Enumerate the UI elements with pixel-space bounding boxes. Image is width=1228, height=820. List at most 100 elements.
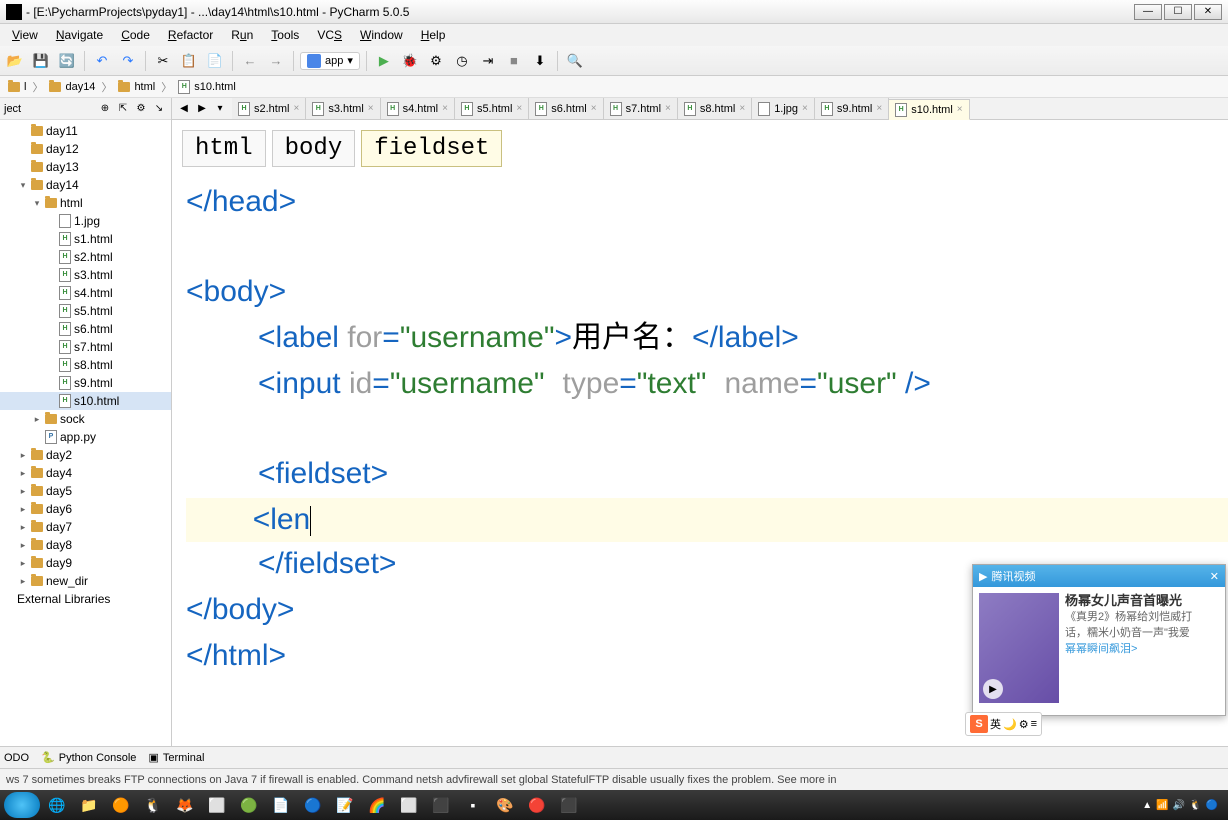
editor-tab[interactable]: s5.html× — [455, 98, 529, 119]
tree-item[interactable]: ▸day8 — [0, 536, 171, 554]
collapse-all-button[interactable]: ⇱ — [115, 101, 131, 117]
gear-icon[interactable]: ⚙ — [1019, 718, 1029, 731]
tree-arrow-icon[interactable]: ▸ — [18, 486, 28, 497]
back-button[interactable]: ← — [239, 50, 261, 72]
tree-item[interactable]: s3.html — [0, 266, 171, 284]
menu-refactor[interactable]: Refactor — [160, 26, 221, 44]
breadcrumb-item[interactable]: l — [2, 81, 32, 93]
popup-title[interactable]: 杨幂女儿声音首曝光 — [1065, 593, 1219, 609]
editor-tab[interactable]: s2.html× — [232, 98, 306, 119]
taskbar-item-chrome[interactable]: 🌈 — [362, 792, 392, 818]
python-console-tab[interactable]: 🐍 Python Console — [41, 751, 136, 764]
taskbar-item-generic[interactable]: ⬜ — [202, 792, 232, 818]
tree-item[interactable]: s10.html — [0, 392, 171, 410]
tab-list-button[interactable]: ▾ — [212, 101, 228, 117]
popup-close-button[interactable]: ✕ — [1210, 570, 1219, 583]
taskbar-item-skin[interactable]: 🟢 — [234, 792, 264, 818]
editor-tab[interactable]: s3.html× — [306, 98, 380, 119]
open-button[interactable]: 📂 — [4, 50, 26, 72]
path-crumb[interactable]: body — [272, 130, 356, 167]
tree-item[interactable]: ▸day5 — [0, 482, 171, 500]
tab-close-button[interactable]: × — [665, 103, 671, 114]
coverage-button[interactable]: ⚙ — [425, 50, 447, 72]
ime-switcher[interactable]: S 英 🌙 ⚙ ≡ — [965, 712, 1042, 736]
popup-thumbnail[interactable]: ▶ — [979, 593, 1059, 703]
tree-item[interactable]: ▸sock — [0, 410, 171, 428]
editor-tab[interactable]: s8.html× — [678, 98, 752, 119]
stop-button[interactable]: ■ — [503, 50, 525, 72]
profile-button[interactable]: ◷ — [451, 50, 473, 72]
save-button[interactable]: 💾 — [30, 50, 52, 72]
tree-item[interactable]: ▸day7 — [0, 518, 171, 536]
tree-arrow-icon[interactable]: ▸ — [18, 522, 28, 533]
project-tree[interactable]: day11day12day13▾day14▾html1.jpgs1.htmls2… — [0, 120, 171, 610]
tree-item[interactable]: s2.html — [0, 248, 171, 266]
tray-icon[interactable]: 🐧 — [1189, 800, 1201, 811]
tree-item[interactable]: day13 — [0, 158, 171, 176]
taskbar-item-text[interactable]: 📄 — [266, 792, 296, 818]
tree-arrow-icon[interactable]: ▸ — [32, 414, 42, 425]
start-button[interactable] — [4, 792, 40, 818]
structure-button[interactable]: 🔍 — [564, 50, 586, 72]
tree-arrow-icon[interactable]: ▾ — [32, 198, 42, 209]
system-tray[interactable]: ▲ 📶 🔊 🐧 🔵 — [1142, 800, 1224, 811]
tree-item[interactable]: s1.html — [0, 230, 171, 248]
menu-help[interactable]: Help — [413, 26, 454, 44]
menu-tools[interactable]: Tools — [263, 26, 307, 44]
taskbar-item-firefox[interactable]: 🦊 — [170, 792, 200, 818]
tray-icon[interactable]: 🔊 — [1173, 800, 1185, 811]
terminal-tab[interactable]: ▣ Terminal — [148, 751, 204, 764]
menu-vcs[interactable]: VCS — [309, 26, 350, 44]
tree-item[interactable]: day11 — [0, 122, 171, 140]
menu-code[interactable]: Code — [113, 26, 158, 44]
tree-item[interactable]: s7.html — [0, 338, 171, 356]
tree-item[interactable]: ▾day14 — [0, 176, 171, 194]
taskbar-item-paint[interactable]: 🎨 — [490, 792, 520, 818]
tab-close-button[interactable]: × — [739, 103, 745, 114]
breadcrumb-item[interactable]: s10.html — [172, 80, 242, 94]
menu-view[interactable]: View — [4, 26, 46, 44]
path-crumb[interactable]: html — [182, 130, 266, 167]
close-button[interactable]: ✕ — [1194, 4, 1222, 20]
tab-next-button[interactable]: ▶ — [194, 101, 210, 117]
tree-item[interactable]: s9.html — [0, 374, 171, 392]
minimize-button[interactable]: — — [1134, 4, 1162, 20]
tree-item[interactable]: External Libraries — [0, 590, 171, 608]
editor-tab[interactable]: 1.jpg× — [752, 98, 815, 119]
menu-window[interactable]: Window — [352, 26, 411, 44]
maximize-button[interactable]: ☐ — [1164, 4, 1192, 20]
undo-button[interactable]: ↶ — [91, 50, 113, 72]
tab-close-button[interactable]: × — [957, 104, 963, 115]
tray-icon[interactable]: 📶 — [1156, 800, 1168, 811]
breadcrumb-item[interactable]: day14 — [43, 81, 101, 93]
breadcrumb-item[interactable]: html — [112, 81, 161, 93]
tree-item[interactable]: ▸day6 — [0, 500, 171, 518]
editor-tab[interactable]: s4.html× — [381, 98, 455, 119]
tree-item[interactable]: app.py — [0, 428, 171, 446]
tab-close-button[interactable]: × — [876, 103, 882, 114]
taskbar-item-pycharm[interactable]: ⬛ — [426, 792, 456, 818]
tray-icon[interactable]: 🔵 — [1206, 800, 1218, 811]
editor-tab[interactable]: s7.html× — [604, 98, 678, 119]
editor-tab[interactable]: s9.html× — [815, 98, 889, 119]
tree-arrow-icon[interactable]: ▸ — [18, 504, 28, 515]
cut-button[interactable]: ✂ — [152, 50, 174, 72]
tree-item[interactable]: ▸day9 — [0, 554, 171, 572]
taskbar-item-word[interactable]: 🔵 — [298, 792, 328, 818]
run-config-selector[interactable]: app ▾ — [300, 52, 360, 70]
menu-run[interactable]: Run — [223, 26, 261, 44]
taskbar-item-recorder[interactable]: 🔴 — [522, 792, 552, 818]
forward-button[interactable]: → — [265, 50, 287, 72]
sync-button[interactable]: 🔄 — [56, 50, 78, 72]
tree-arrow-icon[interactable]: ▸ — [18, 468, 28, 479]
tab-prev-button[interactable]: ◀ — [176, 101, 192, 117]
tree-arrow-icon[interactable]: ▸ — [18, 558, 28, 569]
tab-close-button[interactable]: × — [293, 103, 299, 114]
menu-navigate[interactable]: Navigate — [48, 26, 111, 44]
taskbar-item-notepad[interactable]: 📝 — [330, 792, 360, 818]
tree-item[interactable]: ▸day2 — [0, 446, 171, 464]
tree-item[interactable]: s5.html — [0, 302, 171, 320]
copy-button[interactable]: 📋 — [178, 50, 200, 72]
tree-arrow-icon[interactable]: ▾ — [18, 180, 28, 191]
taskbar-item-cmd[interactable]: ▪ — [458, 792, 488, 818]
